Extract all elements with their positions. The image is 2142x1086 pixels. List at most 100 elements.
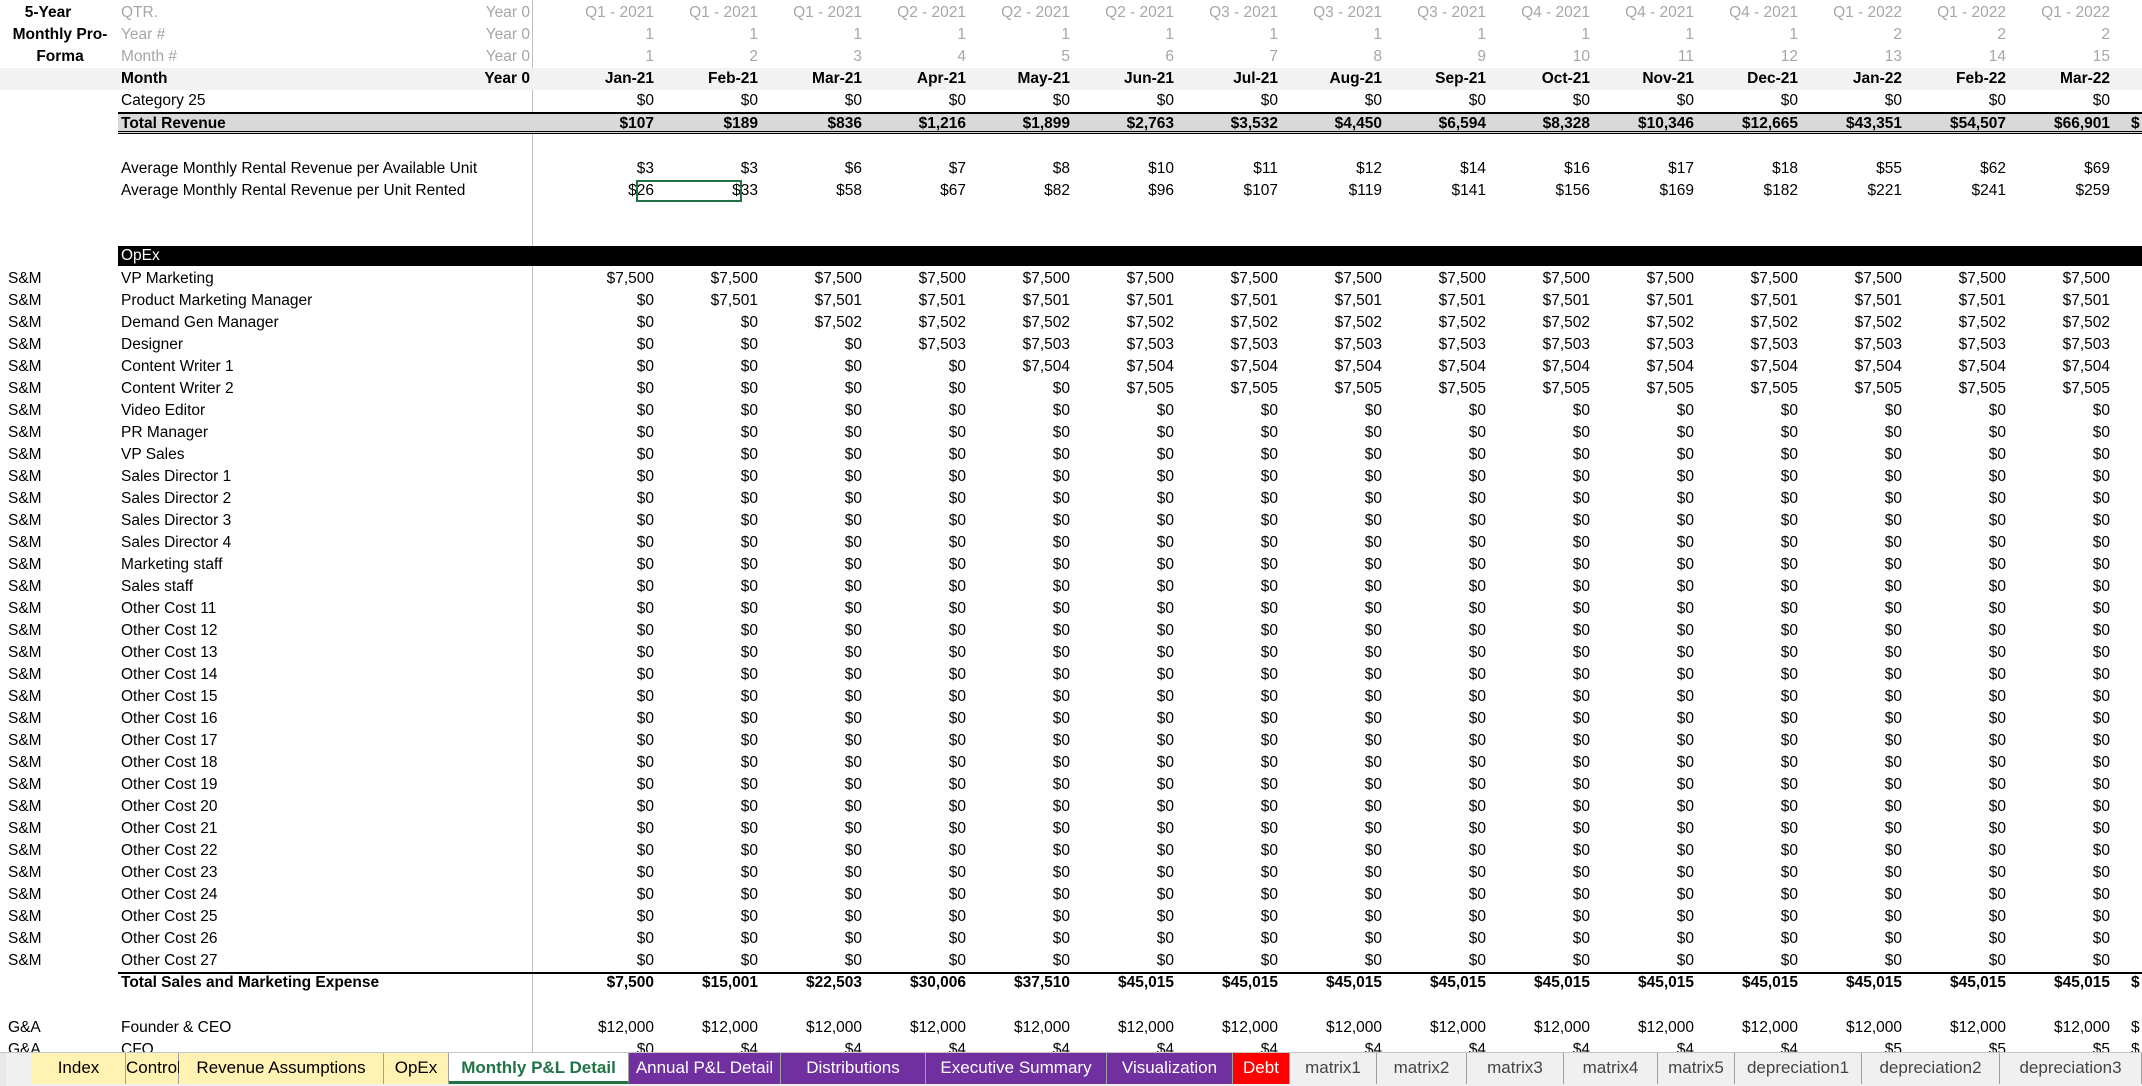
cell-value[interactable]: $12,000 xyxy=(772,1017,862,1039)
cell-value[interactable]: $7,503 xyxy=(1292,334,1382,356)
cell-value[interactable]: $45,015 xyxy=(1188,972,1278,994)
cell-value[interactable]: $7,504 xyxy=(1084,356,1174,378)
cell-value[interactable]: $22,503 xyxy=(772,972,862,994)
cell-value[interactable]: $0 xyxy=(772,620,862,642)
cell-value[interactable]: $0 xyxy=(1500,642,1590,664)
cell-value[interactable]: $4 xyxy=(1292,1039,1382,1052)
cell-value[interactable]: $0 xyxy=(772,378,862,400)
cell-value[interactable]: $0 xyxy=(564,686,654,708)
cell-value[interactable]: $7,505 xyxy=(1396,378,1486,400)
cell-value[interactable]: $0 xyxy=(1916,686,2006,708)
cell-value[interactable]: $0 xyxy=(1084,90,1174,112)
cell-value[interactable]: $0 xyxy=(1188,774,1278,796)
cell-value[interactable]: $0 xyxy=(876,400,966,422)
cell-value[interactable]: $0 xyxy=(980,620,1070,642)
cell-value[interactable]: Q2 - 2021 xyxy=(876,2,966,24)
cell-value[interactable]: $0 xyxy=(1292,884,1382,906)
cell-value[interactable]: $0 xyxy=(1708,422,1798,444)
cell-value[interactable]: $0 xyxy=(564,752,654,774)
cell-value[interactable]: Q3 - 2021 xyxy=(1292,2,1382,24)
cell-value[interactable]: $0 xyxy=(1812,796,1902,818)
cell-value[interactable]: 2 xyxy=(1916,24,2006,46)
cell-value[interactable]: $45,015 xyxy=(1084,972,1174,994)
cell-value[interactable]: $0 xyxy=(564,906,654,928)
cell-value[interactable]: $7,500 xyxy=(1084,268,1174,290)
cell-value[interactable]: 13 xyxy=(1812,46,1902,68)
cell-value[interactable]: $0 xyxy=(1396,90,1486,112)
cell-value[interactable]: $0 xyxy=(1916,796,2006,818)
cell-value[interactable]: $0 xyxy=(564,774,654,796)
cell-value[interactable]: $7,502 xyxy=(1396,312,1486,334)
cell-value[interactable]: $7,500 xyxy=(1500,268,1590,290)
sheet-tab[interactable]: matrix1 xyxy=(1290,1053,1377,1084)
cell-value[interactable]: $0 xyxy=(1708,576,1798,598)
cell-value[interactable]: $0 xyxy=(1500,532,1590,554)
cell-value[interactable]: $0 xyxy=(1916,752,2006,774)
cell-value[interactable]: $0 xyxy=(1604,554,1694,576)
cell-value[interactable]: $0 xyxy=(772,708,862,730)
cell-value[interactable]: $0 xyxy=(1084,686,1174,708)
cell-value[interactable]: $0 xyxy=(1188,796,1278,818)
cell-value[interactable]: $0 xyxy=(1916,576,2006,598)
cell-value[interactable]: $4 xyxy=(980,1039,1070,1052)
cell-value[interactable]: $0 xyxy=(772,598,862,620)
cell-value[interactable]: $0 xyxy=(1812,730,1902,752)
cell-value[interactable]: $0 xyxy=(876,928,966,950)
cell-value[interactable]: $0 xyxy=(980,400,1070,422)
cell-value[interactable]: Q2 - 2021 xyxy=(980,2,1070,24)
cell-value[interactable]: $0 xyxy=(876,818,966,840)
cell-value[interactable]: $0 xyxy=(1812,620,1902,642)
cell-value[interactable]: $0 xyxy=(980,730,1070,752)
cell-value[interactable]: $0 xyxy=(772,752,862,774)
cell-value[interactable]: $0 xyxy=(668,356,758,378)
cell-value[interactable]: $0 xyxy=(1292,730,1382,752)
cell-value[interactable]: $0 xyxy=(1812,576,1902,598)
cell-value[interactable]: $7,505 xyxy=(1916,378,2006,400)
cell-value[interactable]: $7,501 xyxy=(1188,290,1278,312)
cell-value[interactable]: $0 xyxy=(564,576,654,598)
cell-value[interactable]: $0 xyxy=(1708,554,1798,576)
cell-value[interactable]: 1 xyxy=(1292,24,1382,46)
cell-value[interactable]: $0 xyxy=(1604,840,1694,862)
cell-value[interactable]: $0 xyxy=(1812,422,1902,444)
cell-value[interactable]: $0 xyxy=(668,686,758,708)
cell-value[interactable]: $0 xyxy=(668,510,758,532)
cell-value[interactable]: $0 xyxy=(876,576,966,598)
sheet-tab[interactable]: Revenue Assumptions xyxy=(179,1053,384,1084)
cell-value[interactable]: 5 xyxy=(980,46,1070,68)
cell-value[interactable]: $0 xyxy=(1396,862,1486,884)
cell-value[interactable]: $0 xyxy=(1084,554,1174,576)
cell-value[interactable]: $7,504 xyxy=(1916,356,2006,378)
cell-value[interactable]: Q1 - 2021 xyxy=(772,2,862,24)
cell-value[interactable]: $5 xyxy=(1916,1039,2006,1052)
cell-value[interactable]: $0 xyxy=(1604,818,1694,840)
cell-value[interactable]: $0 xyxy=(876,532,966,554)
cell-value[interactable]: $0 xyxy=(772,422,862,444)
cell-value[interactable]: $0 xyxy=(1292,642,1382,664)
cell-value[interactable]: $0 xyxy=(564,862,654,884)
cell-value-clipped[interactable]: $ xyxy=(2131,1039,2142,1052)
cell-value[interactable]: $0 xyxy=(1292,532,1382,554)
cell-value[interactable]: $0 xyxy=(1812,444,1902,466)
cell-value[interactable]: $14 xyxy=(1396,158,1486,180)
cell-value[interactable]: $62 xyxy=(1916,158,2006,180)
cell-value[interactable]: $4,450 xyxy=(1292,113,1382,135)
cell-value[interactable]: 2 xyxy=(668,46,758,68)
cell-value[interactable]: 11 xyxy=(1604,46,1694,68)
cell-value[interactable]: $0 xyxy=(1292,576,1382,598)
cell-value[interactable]: 9 xyxy=(1396,46,1486,68)
cell-value[interactable]: $7,503 xyxy=(1188,334,1278,356)
cell-value[interactable]: $0 xyxy=(1708,818,1798,840)
cell-value[interactable]: $0 xyxy=(668,554,758,576)
cell-value[interactable]: $4 xyxy=(1396,1039,1486,1052)
cell-value[interactable]: $0 xyxy=(1708,620,1798,642)
cell-value[interactable]: $7,501 xyxy=(1084,290,1174,312)
cell-value[interactable]: $0 xyxy=(1188,532,1278,554)
cell-value[interactable]: $7,504 xyxy=(1396,356,1486,378)
cell-value[interactable]: $12,000 xyxy=(980,1017,1070,1039)
cell-value[interactable]: $0 xyxy=(772,400,862,422)
cell-value[interactable]: 1 xyxy=(564,24,654,46)
cell-value[interactable]: $7,500 xyxy=(1708,268,1798,290)
cell-value[interactable]: $7,501 xyxy=(1812,290,1902,312)
cell-value[interactable]: $0 xyxy=(1500,862,1590,884)
